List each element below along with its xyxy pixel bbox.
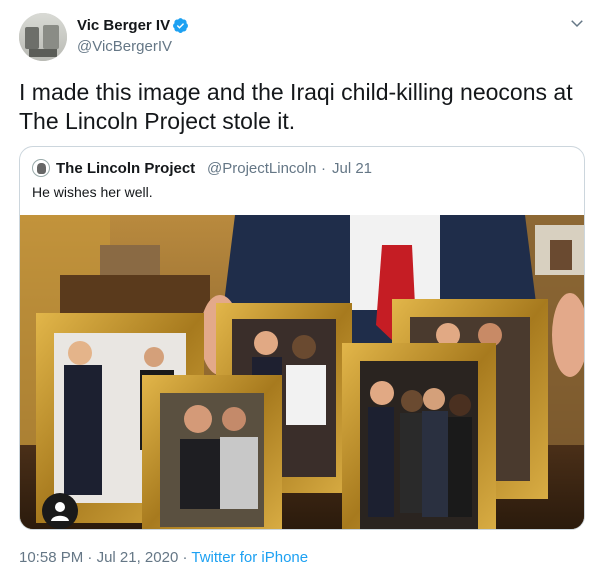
footer-separator-2: · [182, 549, 188, 566]
quoted-date[interactable]: Jul 21 [332, 159, 372, 179]
quoted-avatar[interactable] [32, 159, 50, 177]
quoted-name[interactable]: The Lincoln Project [56, 159, 195, 179]
author-avatar[interactable] [19, 13, 67, 61]
chevron-down-icon[interactable] [568, 14, 586, 32]
tweet-source-link[interactable]: Twitter for iPhone [191, 549, 308, 566]
quoted-separator: · [321, 160, 326, 177]
quoted-tweet[interactable]: The Lincoln Project @ProjectLincoln · Ju… [19, 146, 585, 530]
author-handle[interactable]: @VicBergerIV [77, 37, 172, 57]
tweet: Vic Berger IV @VicBergerIV I made this i… [0, 0, 594, 585]
tweet-time[interactable]: 10:58 PM [19, 549, 83, 566]
tweet-date[interactable]: Jul 21, 2020 [97, 549, 179, 566]
photo-frame [342, 343, 496, 529]
photo-collage [20, 215, 584, 529]
quoted-media-image[interactable] [20, 215, 584, 529]
tweet-text: I made this image and the Iraqi child-ki… [19, 79, 573, 134]
quoted-handle[interactable]: @ProjectLincoln [207, 159, 316, 179]
quoted-text: He wishes her well. [32, 184, 153, 200]
person-icon[interactable] [42, 493, 78, 529]
author-name[interactable]: Vic Berger IV [77, 16, 170, 36]
footer-separator: · [87, 549, 93, 566]
photo-frame [142, 375, 282, 529]
verified-badge-icon [173, 18, 188, 33]
tweet-timestamp: 10:58 PM · Jul 21, 2020 · Twitter for iP… [19, 548, 308, 568]
